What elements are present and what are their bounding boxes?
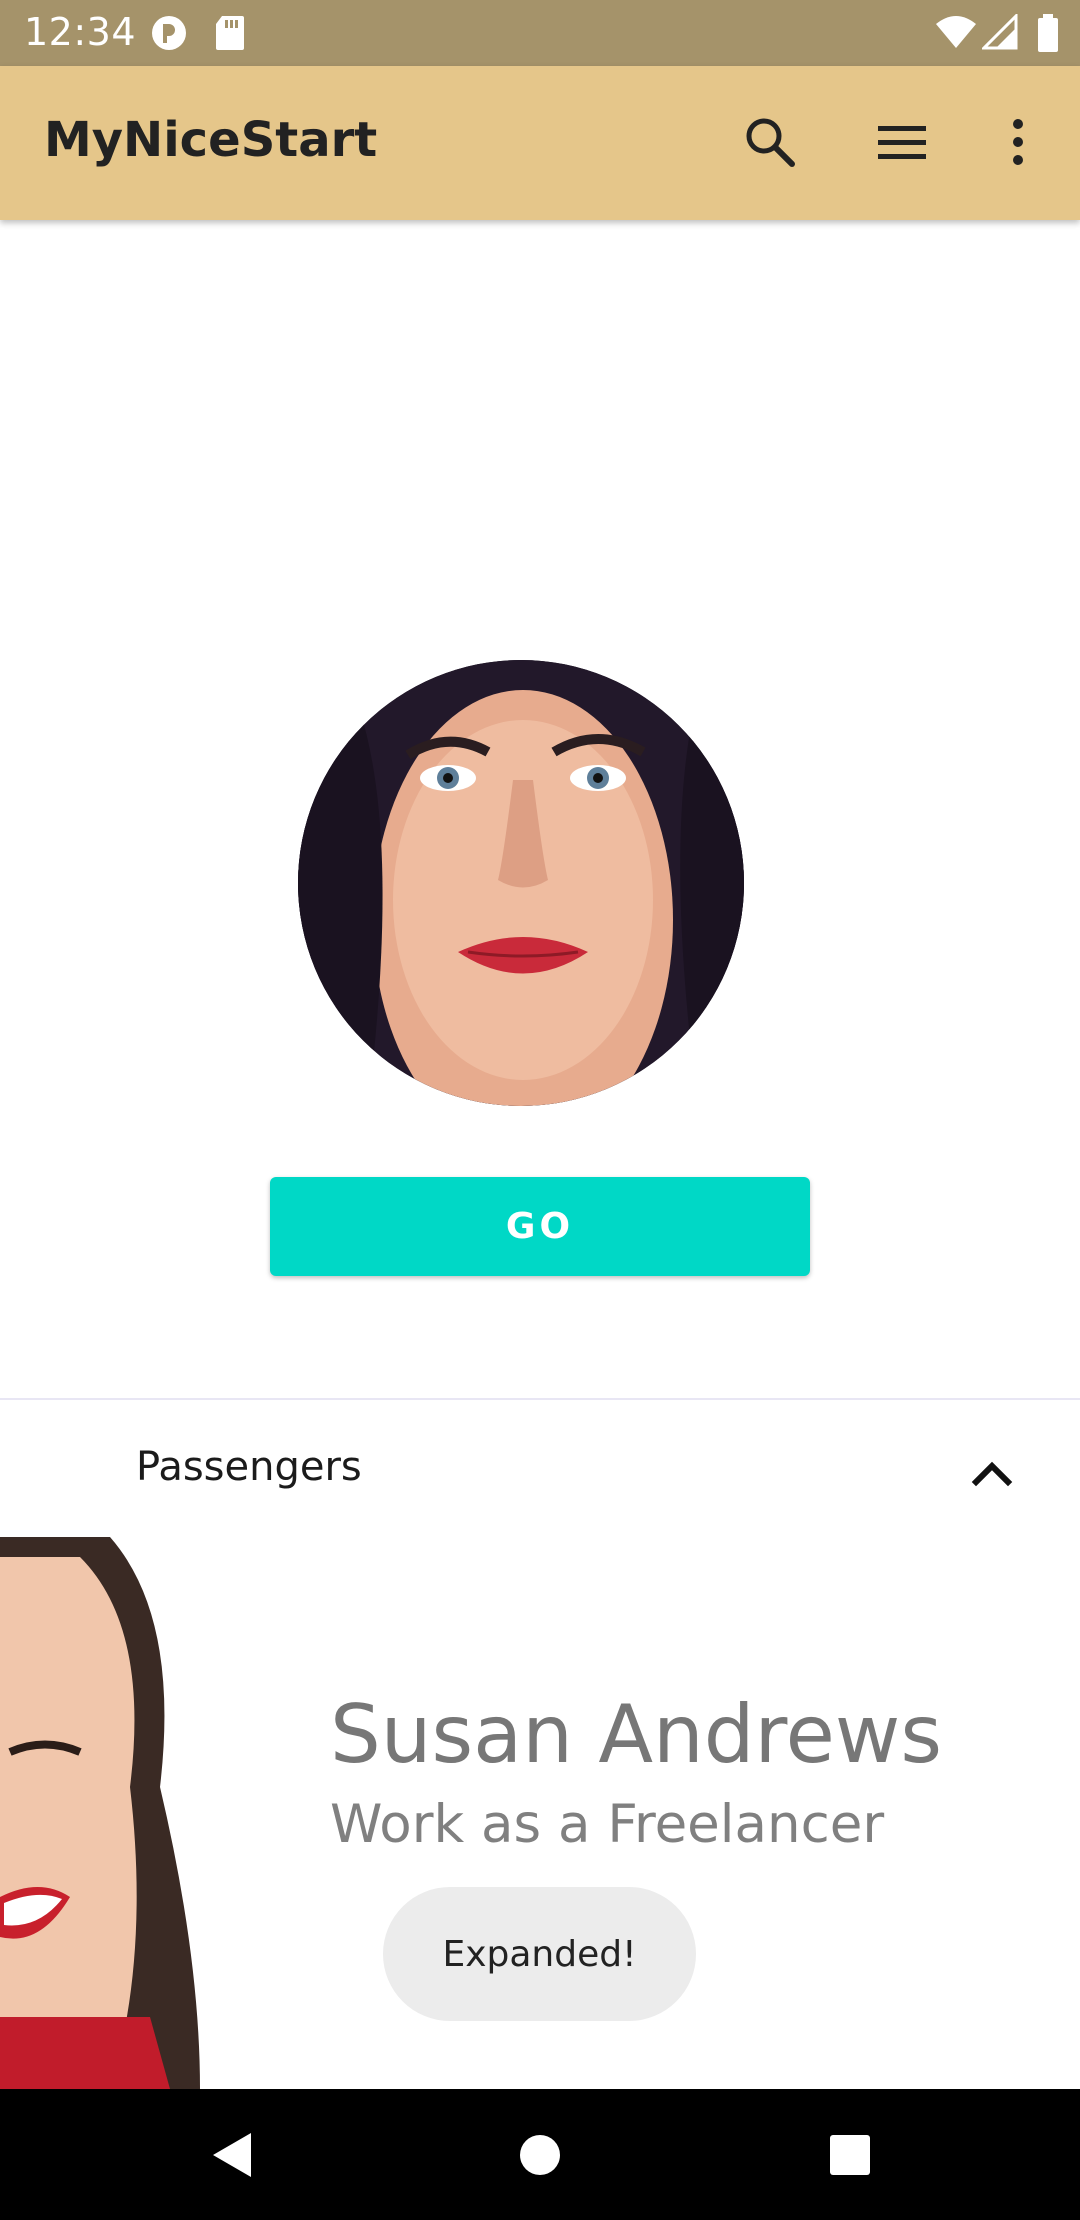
back-icon[interactable] [203, 2125, 263, 2185]
signal-icon [982, 14, 1018, 50]
status-bar: 12:34 [0, 0, 1080, 66]
section-title[interactable]: Passengers [136, 1444, 362, 1490]
app-toolbar: MyNiceStart [0, 66, 1080, 220]
notification-app-icon [152, 16, 186, 50]
chevron-up-icon[interactable] [962, 1452, 1022, 1492]
passenger-name: Susan Andrews [330, 1688, 942, 1781]
toast-message: Expanded! [383, 1887, 696, 2021]
status-time: 12:34 [24, 10, 137, 54]
home-icon[interactable] [510, 2125, 570, 2185]
menu-icon[interactable] [870, 110, 934, 174]
section-divider [0, 1398, 1080, 1400]
passenger-photo-image [0, 1537, 230, 2089]
search-icon[interactable] [738, 110, 802, 174]
app-title: MyNiceStart [44, 112, 378, 168]
profile-avatar [298, 660, 744, 1106]
go-button[interactable]: GO [270, 1177, 810, 1276]
passenger-photo [0, 1537, 230, 2089]
more-vert-icon[interactable] [986, 110, 1050, 174]
navigation-bar [0, 2089, 1080, 2220]
profile-photo-image [298, 660, 744, 1106]
sd-card-icon [216, 16, 244, 50]
battery-icon [1038, 14, 1058, 52]
recents-icon[interactable] [820, 2125, 880, 2185]
passenger-job: Work as a Freelancer [330, 1794, 885, 1855]
wifi-icon [936, 16, 976, 48]
